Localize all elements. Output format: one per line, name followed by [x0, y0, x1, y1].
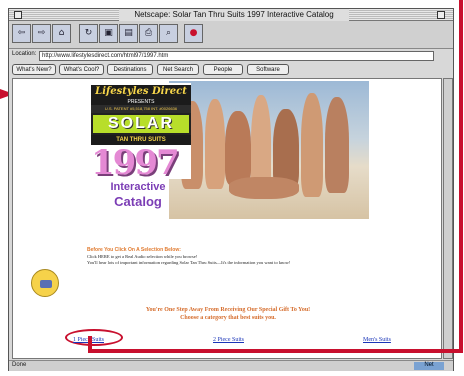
- stop-icon: ●: [189, 28, 198, 38]
- title-bar[interactable]: Netscape: Solar Tan Thru Suits 1997 Inte…: [9, 9, 453, 21]
- browser-window: Netscape: Solar Tan Thru Suits 1997 Inte…: [8, 8, 454, 371]
- home-icon: ⌂: [58, 28, 65, 38]
- back-arrow-icon: ⇦: [17, 28, 26, 38]
- open-button[interactable]: ▤: [119, 24, 138, 43]
- info-heading: Before You Click On A Selection Below:: [87, 247, 181, 253]
- catalog-title-line2: Catalog: [114, 194, 162, 209]
- whats-new-button[interactable]: What's New?: [12, 64, 56, 75]
- catalog-banner: Lifestyles Direct PRESENTS U.S. PATENT #…: [83, 81, 369, 219]
- url-field[interactable]: http://www.lifestylesdirect.com/html97/1…: [39, 51, 434, 61]
- real-audio-badge-icon[interactable]: [31, 269, 59, 297]
- status-text: Done: [12, 362, 27, 368]
- open-icon: ▤: [124, 28, 133, 38]
- info-line-2: You'll hear lots of important informatio…: [87, 260, 291, 265]
- people-button[interactable]: People: [203, 64, 243, 75]
- mens-suits-link[interactable]: Men's Suits: [363, 337, 391, 343]
- reload-icon: ↻: [84, 28, 93, 38]
- find-icon: ⌕: [165, 28, 172, 38]
- catalog-title-line1: Interactive: [110, 181, 166, 193]
- annotation-line-connector: [88, 336, 92, 352]
- vertical-scrollbar[interactable]: [443, 78, 453, 359]
- software-button[interactable]: Software: [247, 64, 289, 75]
- forward-arrow-icon: ⇨: [37, 28, 46, 38]
- annotation-line-horizontal: [88, 349, 463, 353]
- reload-button[interactable]: ↻: [79, 24, 98, 43]
- print-icon: ⎙: [144, 28, 153, 38]
- images-button[interactable]: ▣: [99, 24, 118, 43]
- home-button[interactable]: ⌂: [52, 24, 71, 43]
- two-piece-suits-link[interactable]: 2 Piece Suits: [213, 337, 244, 343]
- find-button[interactable]: ⌕: [159, 24, 178, 43]
- close-box-icon[interactable]: [14, 11, 22, 19]
- images-icon: ▣: [104, 28, 113, 38]
- catalog-year: 1997: [91, 143, 180, 183]
- patent-text: U.S. PATENT #5,518,758 INT. #0026636: [91, 105, 191, 113]
- location-label: Location:: [12, 51, 37, 57]
- beach-models-photo: [169, 81, 369, 219]
- info-line-1: Click HERE to get a Real Audio selection…: [87, 254, 198, 259]
- destinations-button[interactable]: Destinations: [107, 64, 153, 75]
- location-bar: Location: http://www.lifestylesdirect.co…: [9, 50, 453, 62]
- navigation-toolbar: ⇦ ⇨ ⌂ ↻ ▣ ▤ ⎙ ⌕ ●: [9, 21, 453, 49]
- stop-button[interactable]: ●: [184, 24, 203, 43]
- directory-buttons: What's New? What's Cool? Destinations Ne…: [9, 64, 453, 76]
- solar-logo-text: SOLAR: [91, 113, 191, 135]
- back-button[interactable]: ⇦: [12, 24, 31, 43]
- net-search-button[interactable]: Net Search: [157, 64, 199, 75]
- promo-line-1: You're One Step Away From Receiving Our …: [145, 307, 311, 313]
- status-bar: Done Net: [9, 360, 453, 371]
- zoom-box-icon[interactable]: [437, 11, 445, 19]
- forward-button[interactable]: ⇨: [32, 24, 51, 43]
- page-content: Lifestyles Direct PRESENTS U.S. PATENT #…: [12, 78, 442, 359]
- print-button[interactable]: ⎙: [139, 24, 158, 43]
- annotation-line-vertical: [459, 0, 463, 352]
- audio-icon: [40, 280, 52, 288]
- whats-cool-button[interactable]: What's Cool?: [59, 64, 104, 75]
- netscape-status-icon: Net: [414, 362, 444, 370]
- promo-line-2: Choose a category that best suits you.: [180, 315, 276, 321]
- window-title: Netscape: Solar Tan Thru Suits 1997 Inte…: [119, 9, 349, 21]
